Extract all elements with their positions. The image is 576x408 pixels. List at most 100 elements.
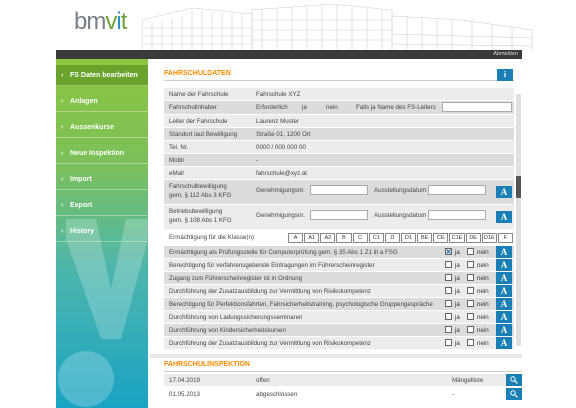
- logout-link[interactable]: Abmelden: [493, 50, 518, 59]
- inspektion-row[interactable]: 17.04.2019 offen Mängelliste: [164, 374, 522, 386]
- ermaechtigung-label: Ermächtigung als Prüfungsstelle für Comp…: [169, 249, 398, 256]
- ja-checkbox[interactable]: [445, 339, 452, 346]
- klasse-option[interactable]: A: [288, 233, 304, 243]
- field-label: Genehmigungsnr.: [256, 187, 305, 194]
- ja-checkbox[interactable]: [445, 326, 452, 333]
- a-button[interactable]: A: [496, 186, 512, 198]
- klasse-option[interactable]: C1: [368, 233, 384, 243]
- a-button[interactable]: A: [496, 246, 512, 258]
- nein-label: nein: [477, 327, 489, 334]
- inspektion-row[interactable]: 01.05.2013 abgeschlossen -: [164, 388, 522, 400]
- sidebar-item-label: Anlagen: [70, 98, 98, 105]
- ermaechtigung-label: Durchführung der Zusatzausbildung zur Ve…: [169, 288, 371, 295]
- row-standort: Standort laut Bewilligung Straße 01, 120…: [164, 128, 514, 140]
- fs-leiter-input[interactable]: [442, 102, 512, 112]
- ermaechtigung-row: Durchführung von Ladungssicherungssemina…: [164, 311, 514, 323]
- option-nein[interactable]: nein: [326, 104, 338, 111]
- nein-checkbox[interactable]: [467, 300, 474, 307]
- field-label: Ausstellungsdatum: [374, 187, 427, 194]
- nein-label: nein: [477, 249, 489, 256]
- chevron-right-icon: ›: [61, 124, 64, 131]
- sidebar-item-anlagen[interactable]: › Anlagen: [56, 91, 148, 112]
- field-value: Erforderlich: [256, 104, 288, 111]
- field-label: Fahrschulbewilligung: [169, 183, 227, 190]
- field-label: gem. § 112 Abs 3 KFG: [169, 192, 232, 199]
- row-tel: Tel. Nr. 0000 / 000 000 00: [164, 141, 514, 153]
- row-inhaber: Fahrschulinhaber Erforderlich ja nein Fa…: [164, 101, 514, 114]
- ja-checkbox[interactable]: [445, 248, 452, 255]
- nein-checkbox[interactable]: [467, 274, 474, 281]
- sidebar-item-neue-inspektion[interactable]: › Neue Inspektion: [56, 143, 148, 164]
- nein-label: nein: [477, 275, 489, 282]
- field-label: Genehmigungsnr.: [256, 212, 305, 219]
- sidebar-item-label: Neue Inspektion: [70, 150, 125, 157]
- ja-checkbox[interactable]: [445, 300, 452, 307]
- ja-label: ja: [455, 249, 460, 256]
- ja-checkbox[interactable]: [445, 261, 452, 268]
- nein-checkbox[interactable]: [467, 313, 474, 320]
- field-label: Leiter der Fahrschule: [169, 118, 228, 125]
- search-button[interactable]: [506, 374, 522, 386]
- sidebar-item-aussenkurse[interactable]: › Aussenkurse: [56, 117, 148, 138]
- klasse-option[interactable]: A1: [304, 233, 320, 243]
- klasse-option[interactable]: D1: [401, 233, 417, 243]
- option-ja[interactable]: ja: [302, 104, 307, 111]
- a-button[interactable]: A: [496, 285, 512, 297]
- row-klassen: Ermächtigung für die Klasse(n) A A1 A2 B C C1…: [164, 232, 514, 244]
- sidebar-item-label: Import: [70, 176, 92, 183]
- sidebar-item-import[interactable]: › Import: [56, 169, 148, 190]
- ja-checkbox[interactable]: [445, 287, 452, 294]
- a-button[interactable]: A: [496, 211, 512, 223]
- klasse-option[interactable]: D1E: [481, 233, 497, 243]
- a-button[interactable]: A: [496, 272, 512, 284]
- klasse-option[interactable]: A2: [320, 233, 336, 243]
- sidebar-item-fs-daten[interactable]: › FS Daten bearbeiten: [56, 65, 148, 86]
- nein-checkbox[interactable]: [467, 339, 474, 346]
- ermaechtigung-label: Durchführung der Zusatzausbildung zur Ve…: [169, 340, 371, 347]
- ja-checkbox[interactable]: [445, 274, 452, 281]
- chevron-right-icon: ›: [61, 98, 64, 105]
- klasse-option[interactable]: C: [352, 233, 368, 243]
- ermaechtigung-row: Durchführung von Kindersicherheitskursen…: [164, 324, 514, 336]
- a-button[interactable]: A: [496, 337, 512, 349]
- scrollbar-track[interactable]: [516, 94, 521, 346]
- info-button[interactable]: i: [497, 69, 513, 81]
- a-button[interactable]: A: [496, 311, 512, 323]
- klasse-option[interactable]: CE: [433, 233, 449, 243]
- ja-label: ja: [455, 314, 460, 321]
- field-value: Fahrschule XYZ: [256, 91, 301, 98]
- nein-checkbox[interactable]: [467, 248, 474, 255]
- inspektion-status: offen: [256, 377, 270, 384]
- nein-checkbox[interactable]: [467, 261, 474, 268]
- ausstellungsdatum-input[interactable]: [428, 185, 486, 195]
- ermaechtigung-label: Durchführung von Ladungssicherungssemina…: [169, 314, 303, 321]
- klasse-option[interactable]: C1E: [449, 233, 465, 243]
- a-button[interactable]: A: [496, 259, 512, 271]
- ja-checkbox[interactable]: [445, 313, 452, 320]
- field-label: Ausstellungsdatum: [374, 212, 427, 219]
- check-x-icon: [446, 249, 451, 254]
- nein-checkbox[interactable]: [467, 287, 474, 294]
- a-button[interactable]: A: [496, 298, 512, 310]
- klasse-option[interactable]: DE: [465, 233, 481, 243]
- nein-checkbox[interactable]: [467, 326, 474, 333]
- ja-label: ja: [455, 327, 460, 334]
- scrollbar-thumb[interactable]: [516, 176, 521, 198]
- nein-label: nein: [477, 340, 489, 347]
- field-value: Straße 01, 1200 Ort: [256, 131, 311, 138]
- klasse-option[interactable]: BE: [417, 233, 433, 243]
- klasse-option[interactable]: B: [336, 233, 352, 243]
- inspektion-extra: Mängelliste: [452, 377, 484, 384]
- search-button[interactable]: [506, 388, 522, 400]
- row-email: eMail fahrschule@xyz.at: [164, 167, 514, 179]
- genehmigungsnr-input[interactable]: [310, 210, 368, 220]
- divider: [164, 80, 514, 81]
- klasse-option[interactable]: D: [384, 233, 400, 243]
- genehmigungsnr-input[interactable]: [310, 185, 368, 195]
- ausstellungsdatum-input[interactable]: [428, 210, 486, 220]
- a-button[interactable]: A: [496, 324, 512, 336]
- nein-label: nein: [477, 262, 489, 269]
- klassen-selector: A A1 A2 B C C1 D D1 BE CE C1E DE D1E F: [288, 233, 514, 243]
- ja-label: ja: [455, 340, 460, 347]
- klasse-option[interactable]: F: [497, 233, 513, 243]
